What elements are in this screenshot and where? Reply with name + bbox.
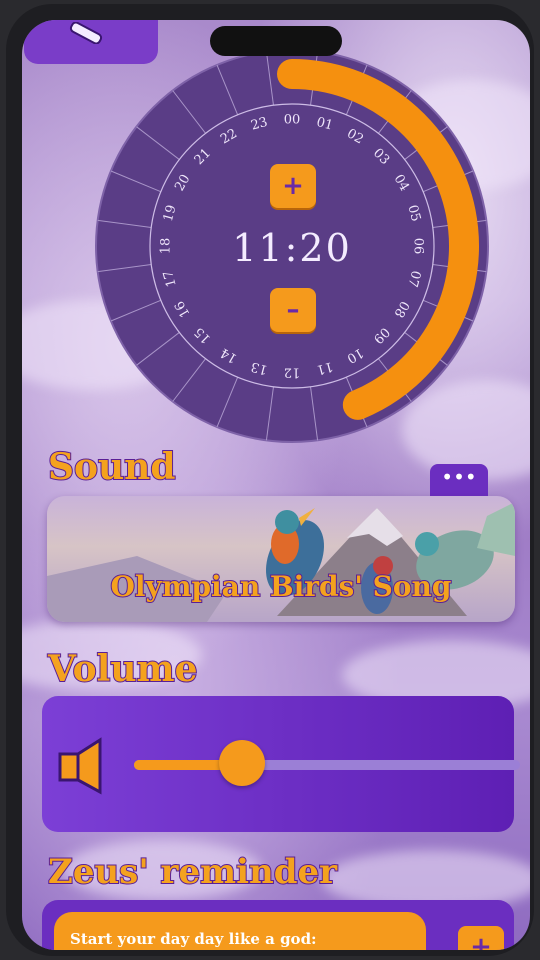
birds-illustration bbox=[47, 502, 515, 622]
increment-time-button[interactable]: + bbox=[270, 164, 316, 208]
alarm-time: 11:20 bbox=[232, 226, 352, 270]
selected-sound-name: Olympian Birds' Song bbox=[110, 569, 453, 604]
speaker-icon[interactable] bbox=[56, 736, 122, 796]
plus-icon: + bbox=[470, 932, 492, 950]
decrement-time-button[interactable]: – bbox=[270, 288, 316, 332]
screen: 00 01 02 03 04 05 06 07 08 09 10 11 12 13 14 15 16 17 18 19… bbox=[22, 20, 530, 950]
sound-card[interactable]: Olympian Birds' Song bbox=[47, 496, 515, 622]
sound-heading: Sound bbox=[47, 445, 177, 489]
dial-hour-label: 06 bbox=[411, 238, 426, 255]
add-reminder-button[interactable]: + bbox=[458, 926, 504, 950]
back-button[interactable] bbox=[24, 20, 158, 64]
phone-frame: 00 01 02 03 04 05 06 07 08 09 10 11 12 13 14 15 16 17 18 19… bbox=[6, 4, 534, 956]
dial-hour-label: 00 bbox=[284, 113, 301, 128]
more-dots-icon: ••• bbox=[441, 465, 477, 489]
back-arrow-icon bbox=[69, 22, 103, 44]
plus-icon: + bbox=[282, 171, 304, 201]
reminder-heading: Zeus' reminder bbox=[47, 851, 338, 893]
sound-more-button[interactable]: ••• bbox=[430, 464, 488, 498]
minus-icon: – bbox=[286, 295, 300, 325]
camera-notch bbox=[210, 26, 342, 56]
dial-hour-label: 18 bbox=[159, 238, 174, 255]
reminder-item[interactable]: Start your day day like a god: bbox=[54, 912, 426, 950]
volume-slider-knob[interactable] bbox=[219, 740, 266, 786]
reminder-card: Start your day day like a god: + bbox=[42, 900, 514, 950]
volume-heading: Volume bbox=[47, 647, 198, 691]
reminder-text: Start your day day like a god: bbox=[70, 930, 317, 948]
volume-card bbox=[42, 696, 520, 832]
volume-slider[interactable] bbox=[134, 740, 520, 786]
dial-hour-label: 12 bbox=[284, 365, 301, 380]
